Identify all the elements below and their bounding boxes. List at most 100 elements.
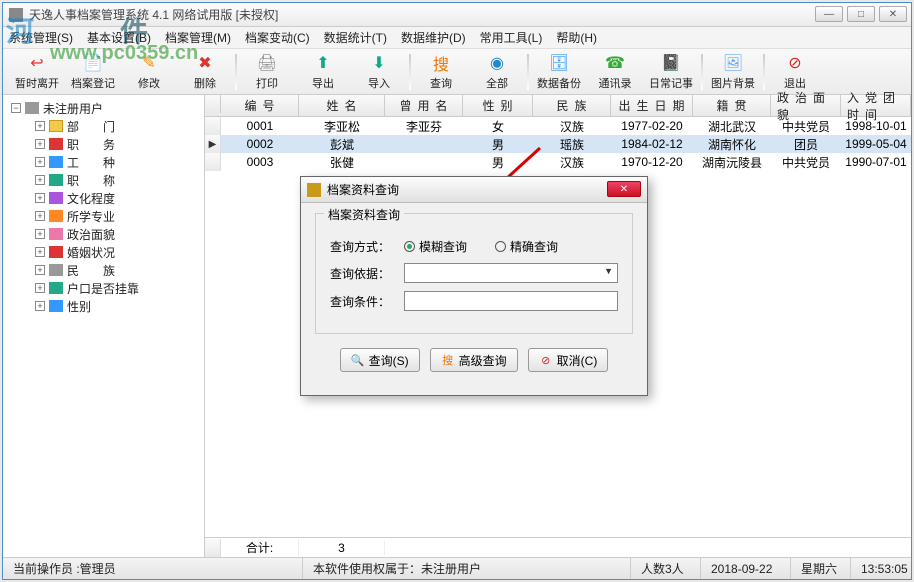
- toolbar-删除[interactable]: ✖删除: [177, 51, 233, 93]
- tree-item[interactable]: +政治面貌: [7, 225, 200, 243]
- tree-item[interactable]: +户口是否挂靠: [7, 279, 200, 297]
- search-button[interactable]: 🔍查询(S): [340, 348, 420, 372]
- basis-combo[interactable]: [404, 263, 618, 283]
- status-count: 人数3人: [631, 558, 701, 579]
- tree-toggle[interactable]: +: [35, 193, 45, 203]
- tree-item[interactable]: +文化程度: [7, 189, 200, 207]
- column-header[interactable]: 民族: [533, 95, 611, 116]
- tree-toggle[interactable]: +: [35, 211, 45, 221]
- tree-item[interactable]: +性别: [7, 297, 200, 315]
- statusbar: 当前操作员 : 管理员 本软件使用权属于：未注册用户 人数3人 2018-09-…: [3, 557, 911, 579]
- tree-item[interactable]: +民 族: [7, 261, 200, 279]
- toolbar-icon: 📄: [83, 53, 103, 73]
- tree-item[interactable]: +职 称: [7, 171, 200, 189]
- column-header[interactable]: 性别: [463, 95, 533, 116]
- toolbar-icon: ✎: [139, 53, 159, 73]
- radio-fuzzy[interactable]: 模糊查询: [404, 238, 467, 255]
- toolbar-图片背景[interactable]: 🖼图片背景: [705, 51, 761, 93]
- groupbox-title: 档案资料查询: [324, 206, 404, 223]
- sidebar-tree: − 未注册用户+部 门+职 务+工 种+职 称+文化程度+所学专业+政治面貌+婚姻…: [3, 95, 205, 557]
- radio-exact[interactable]: 精确查询: [495, 238, 558, 255]
- cell: 1999-05-04: [841, 137, 911, 151]
- condition-input[interactable]: [404, 291, 618, 311]
- toolbar-查询[interactable]: 搜查询: [413, 51, 469, 93]
- toolbar-label: 档案登记: [71, 75, 115, 91]
- tree-toggle[interactable]: +: [35, 157, 45, 167]
- column-header[interactable]: 籍贯: [693, 95, 771, 116]
- menu-item[interactable]: 系统管理(S): [9, 29, 73, 46]
- column-header[interactable]: 政治面貌: [771, 95, 841, 116]
- toolbar-label: 通讯录: [599, 75, 632, 91]
- tree-toggle[interactable]: +: [35, 139, 45, 149]
- tree-toggle[interactable]: +: [35, 301, 45, 311]
- maximize-button[interactable]: □: [847, 6, 875, 22]
- radio-icon: [495, 241, 506, 252]
- toolbar-打印[interactable]: 🖨打印: [239, 51, 295, 93]
- toolbar-separator: [701, 54, 703, 90]
- menu-item[interactable]: 基本设置(B): [87, 29, 151, 46]
- tree-item[interactable]: +工 种: [7, 153, 200, 171]
- grid-footer: 合计: 3: [205, 537, 911, 557]
- status-date: 2018-09-22: [701, 558, 791, 579]
- toolbar-暂时离开[interactable]: ↩暂时离开: [9, 51, 65, 93]
- toolbar-导出[interactable]: ⬆导出: [295, 51, 351, 93]
- toolbar-icon: ⬆: [313, 53, 333, 73]
- cancel-icon: ⊘: [539, 353, 553, 367]
- window-title: 天逸人事档案管理系统 4.1 网络试用版 [未授权]: [29, 6, 278, 23]
- dialog-close-button[interactable]: ✕: [607, 181, 641, 197]
- cancel-button[interactable]: ⊘取消(C): [528, 348, 609, 372]
- column-header[interactable]: 姓名: [299, 95, 385, 116]
- toolbar-通讯录[interactable]: ☎通讯录: [587, 51, 643, 93]
- tree-icon: [49, 228, 63, 240]
- toolbar-修改[interactable]: ✎修改: [121, 51, 177, 93]
- column-header[interactable]: 入党团时间: [841, 95, 911, 116]
- cell: 0001: [221, 119, 299, 133]
- tree-item[interactable]: +婚姻状况: [7, 243, 200, 261]
- tree-toggle[interactable]: +: [35, 265, 45, 275]
- cell: 湖南怀化: [693, 136, 771, 153]
- menu-item[interactable]: 档案管理(M): [165, 29, 231, 46]
- table-row[interactable]: 0003张健男汉族1970-12-20湖南沅陵县中共党员1990-07-01: [205, 153, 911, 171]
- column-header[interactable]: 编号: [221, 95, 299, 116]
- cell: 1977-02-20: [611, 119, 693, 133]
- close-button[interactable]: ✕: [879, 6, 907, 22]
- toolbar-separator: [763, 54, 765, 90]
- tree-item[interactable]: +所学专业: [7, 207, 200, 225]
- table-row[interactable]: ▶0002彭斌男瑶族1984-02-12湖南怀化团员1999-05-04: [205, 135, 911, 153]
- menu-item[interactable]: 帮助(H): [556, 29, 597, 46]
- column-header[interactable]: 曾用名: [385, 95, 463, 116]
- menu-item[interactable]: 档案变动(C): [245, 29, 310, 46]
- tree-item[interactable]: +职 务: [7, 135, 200, 153]
- toolbar-label: 日常记事: [649, 75, 693, 91]
- tree-toggle[interactable]: +: [35, 229, 45, 239]
- advanced-search-button[interactable]: 搜高级查询: [430, 348, 518, 372]
- menu-item[interactable]: 数据维护(D): [401, 29, 466, 46]
- cell: 1984-02-12: [611, 137, 693, 151]
- toolbar-导入[interactable]: ⬇导入: [351, 51, 407, 93]
- cell: 汉族: [533, 118, 611, 135]
- tree-toggle[interactable]: −: [11, 103, 21, 113]
- table-row[interactable]: 0001李亚松李亚芬女汉族1977-02-20湖北武汉中共党员1998-10-0…: [205, 117, 911, 135]
- toolbar-全部[interactable]: ◉全部: [469, 51, 525, 93]
- tree-toggle[interactable]: +: [35, 283, 45, 293]
- toolbar-数据备份[interactable]: 🗄数据备份: [531, 51, 587, 93]
- toolbar: ↩暂时离开 📄 档案登记 ✎修改✖删除🖨打印⬆导出⬇导入搜查询◉全部🗄数据备份☎通讯录…: [3, 49, 911, 95]
- tree-root[interactable]: 未注册用户: [43, 100, 103, 117]
- column-header[interactable]: 出生日期: [611, 95, 693, 116]
- menu-item[interactable]: 数据统计(T): [324, 29, 387, 46]
- tree-toggle[interactable]: +: [35, 175, 45, 185]
- cell: 彭斌: [299, 136, 385, 153]
- toolbar-icon: 🖨: [257, 53, 277, 73]
- tree-icon: [49, 138, 63, 150]
- tree-item[interactable]: +部 门: [7, 117, 200, 135]
- toolbar-档案登记[interactable]: 📄 档案登记: [65, 51, 121, 93]
- tree-toggle[interactable]: +: [35, 121, 45, 131]
- minimize-button[interactable]: —: [815, 6, 843, 22]
- tree-icon: [49, 156, 63, 168]
- menu-item[interactable]: 常用工具(L): [480, 29, 543, 46]
- toolbar-label: 暂时离开: [15, 75, 59, 91]
- toolbar-日常记事[interactable]: 📓日常记事: [643, 51, 699, 93]
- dialog-titlebar[interactable]: 档案资料查询 ✕: [301, 177, 647, 203]
- toolbar-退出[interactable]: ⊘退出: [767, 51, 823, 93]
- tree-toggle[interactable]: +: [35, 247, 45, 257]
